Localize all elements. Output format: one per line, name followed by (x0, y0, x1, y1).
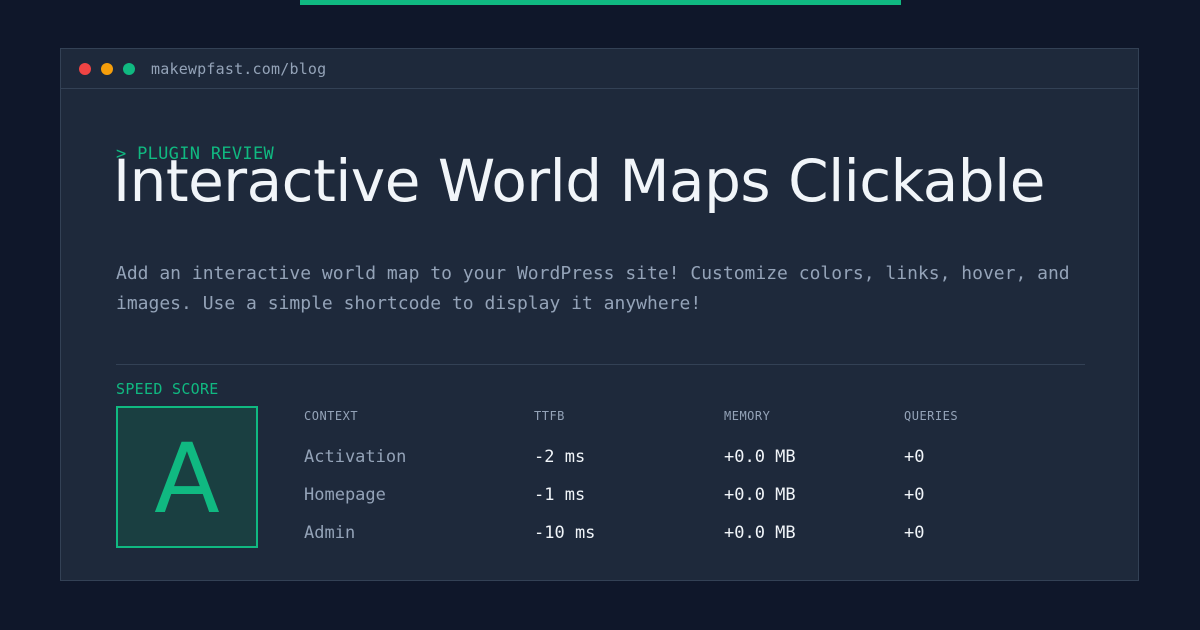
row-ttfb: -1 ms (534, 485, 586, 505)
row-context: Admin (304, 523, 356, 543)
row-context: Homepage (304, 485, 386, 505)
page-title: Interactive World Maps Clickable (113, 147, 1045, 215)
speed-grade-box: A (116, 406, 258, 548)
table-row: Homepage -1 ms +0.0 MB +0 (304, 476, 1024, 514)
speed-score-label: SPEED SCORE (116, 380, 219, 398)
header-context: CONTEXT (304, 409, 359, 423)
section-divider (116, 364, 1085, 365)
header-ttfb: TTFB (534, 409, 565, 423)
header-queries: QUERIES (904, 409, 959, 423)
metrics-header-row: CONTEXT TTFB MEMORY QUERIES (304, 404, 1024, 428)
row-queries: +0 (904, 447, 925, 467)
window-url: makewpfast.com/blog (151, 59, 327, 78)
row-ttfb: -10 ms (534, 523, 596, 543)
header-memory: MEMORY (724, 409, 771, 423)
row-queries: +0 (904, 485, 925, 505)
page-description: Add an interactive world map to your Wor… (116, 263, 1070, 314)
row-memory: +0.0 MB (724, 523, 796, 543)
browser-window: makewpfast.com/blog > PLUGIN REVIEW Inte… (60, 48, 1139, 581)
table-row: Admin -10 ms +0.0 MB +0 (304, 514, 1024, 552)
row-context: Activation (304, 447, 407, 467)
close-dot-icon[interactable] (79, 62, 91, 75)
window-titlebar: makewpfast.com/blog (61, 49, 1138, 89)
top-accent-bar (300, 0, 901, 5)
maximize-dot-icon[interactable] (123, 62, 135, 75)
row-memory: +0.0 MB (724, 447, 796, 467)
row-queries: +0 (904, 523, 925, 543)
minimize-dot-icon[interactable] (101, 62, 113, 75)
row-memory: +0.0 MB (724, 485, 796, 505)
speed-grade: A (154, 423, 220, 535)
table-row: Activation -2 ms +0.0 MB +0 (304, 438, 1024, 476)
metrics-table: CONTEXT TTFB MEMORY QUERIES Activation -… (304, 404, 1024, 552)
row-ttfb: -2 ms (534, 447, 586, 467)
